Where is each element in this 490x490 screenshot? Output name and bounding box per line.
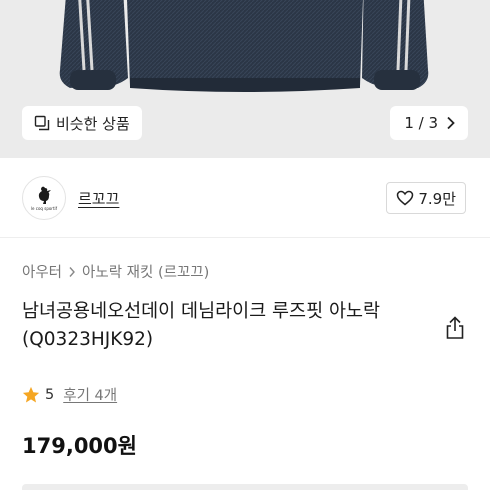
product-image — [59, 0, 429, 92]
next-section-edge — [22, 484, 468, 490]
chevron-right-icon — [447, 116, 455, 130]
like-button[interactable]: 7.9만 — [386, 182, 466, 214]
rooster-logo-icon — [38, 186, 51, 204]
gallery-page-indicator[interactable]: 1 / 3 — [390, 106, 468, 140]
breadcrumb-item-anorak[interactable]: 아노락 재킷 (르꼬끄) — [82, 261, 209, 282]
shop-logo-text: le coq sportif — [30, 206, 58, 211]
breadcrumb: 아우터 아노락 재킷 (르꼬끄) — [22, 261, 209, 282]
star-icon — [22, 386, 40, 402]
similar-products-button[interactable]: 비슷한 상품 — [22, 106, 142, 140]
product-rating: 5 후기 4개 — [22, 384, 117, 405]
share-icon[interactable] — [444, 316, 466, 340]
like-count: 7.9만 — [418, 189, 456, 208]
heart-outline-icon — [397, 190, 414, 206]
page-indicator-text: 1 / 3 — [404, 114, 438, 132]
breadcrumb-item-outer[interactable]: 아우터 — [22, 261, 62, 282]
review-count-link[interactable]: 후기 4개 — [63, 384, 117, 405]
product-price: 179,000원 — [22, 434, 137, 458]
product-image-gallery[interactable]: 비슷한 상품 1 / 3 — [0, 0, 490, 158]
rating-score: 5 — [45, 386, 55, 403]
similar-products-label: 비슷한 상품 — [56, 114, 130, 133]
product-title: 남녀공용네오선데이 데님라이크 루즈핏 아노락 (Q0323HJK92) — [22, 301, 381, 350]
chevron-right-icon — [69, 266, 75, 277]
copy-icon — [34, 115, 50, 131]
shop-logo[interactable]: le coq sportif — [22, 176, 66, 220]
shop-name-link[interactable]: 르꼬끄 — [78, 188, 119, 209]
shop-info-row: le coq sportif 르꼬끄 7.9만 — [0, 158, 490, 238]
